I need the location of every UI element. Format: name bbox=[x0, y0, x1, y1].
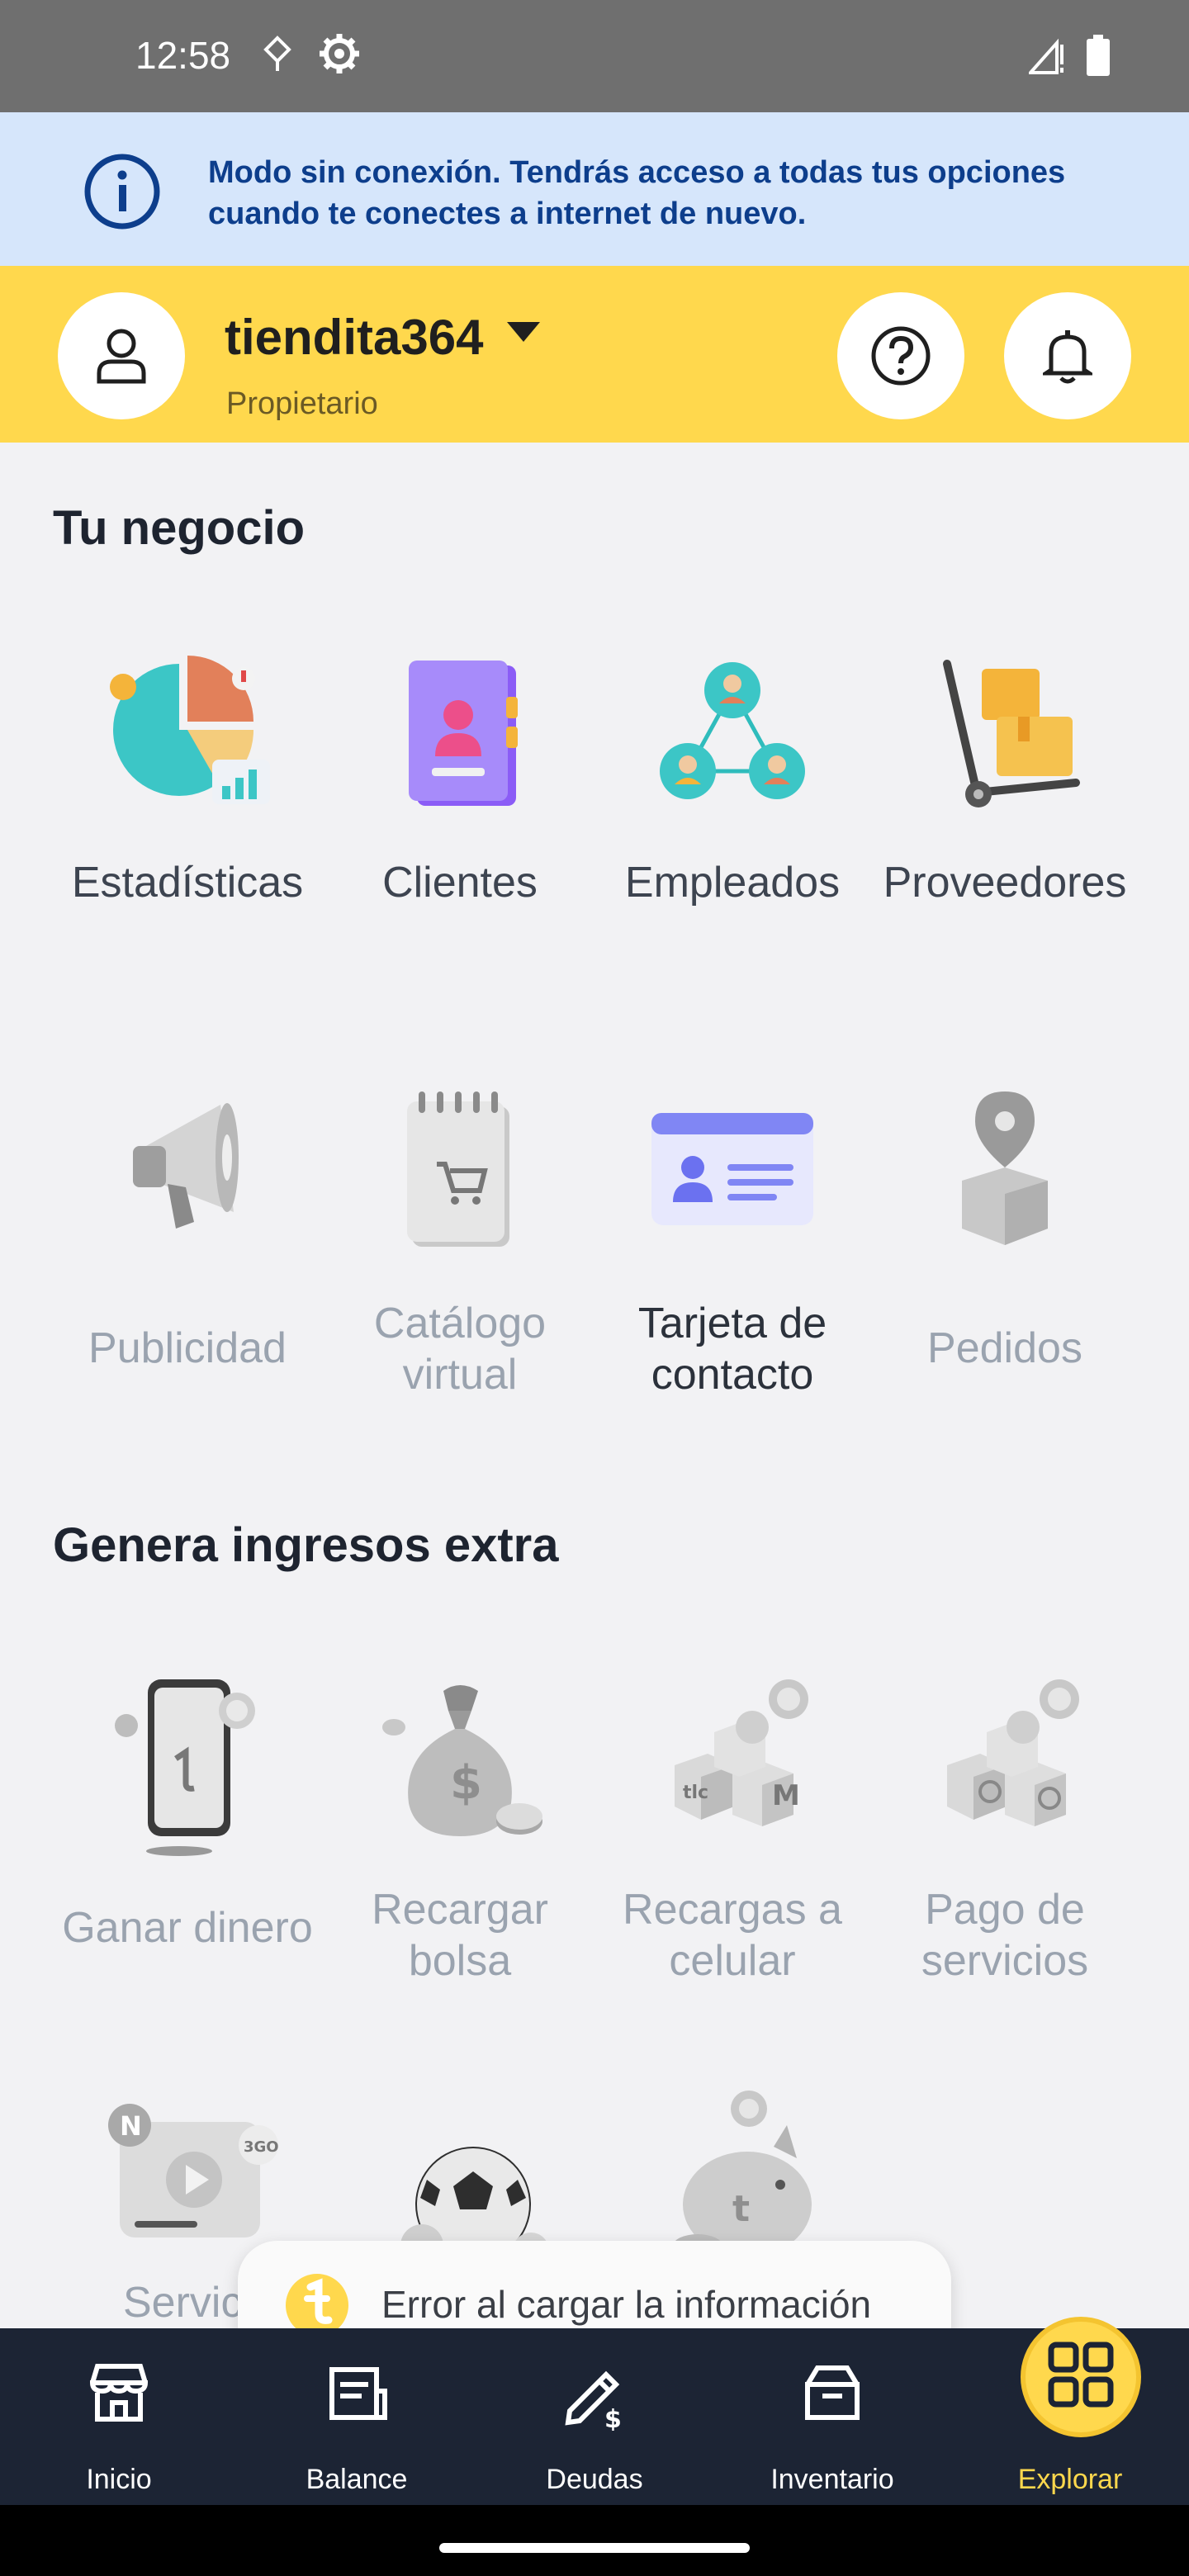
tile-tarjeta[interactable]: Tarjeta de contacto bbox=[596, 1088, 869, 1400]
catalog-notepad-icon bbox=[407, 1091, 509, 1247]
bottom-navigation: Inicio Balance $ Deudas Inventario Explo… bbox=[0, 2317, 1189, 2505]
profile-button[interactable] bbox=[58, 292, 185, 419]
nav-item-inicio[interactable]: Inicio bbox=[0, 2328, 238, 2505]
contacts-book-icon bbox=[409, 661, 518, 806]
nav-item-inventario[interactable]: Inventario bbox=[713, 2328, 951, 2505]
receipt-icon bbox=[329, 2367, 387, 2420]
hand-truck-boxes-icon bbox=[943, 660, 1080, 807]
svg-text:$: $ bbox=[450, 1756, 482, 1810]
svg-text:N: N bbox=[120, 2110, 142, 2142]
help-button[interactable] bbox=[837, 292, 964, 419]
streaming-video-icon: N 3GO bbox=[108, 2104, 279, 2237]
tile-pago-servicios[interactable]: Pago de servicios bbox=[869, 1674, 1141, 1986]
nav-label: Inventario bbox=[770, 2464, 894, 2495]
svg-text:M: M bbox=[772, 1779, 800, 1812]
tile-clientes[interactable]: Clientes bbox=[324, 647, 596, 908]
user-icon bbox=[97, 329, 146, 384]
phone-money-icon bbox=[115, 1679, 255, 1856]
tile-label: Clientes bbox=[382, 859, 538, 907]
statistics-chart-icon bbox=[110, 656, 270, 804]
help-icon bbox=[871, 326, 931, 386]
store-icon bbox=[89, 2364, 149, 2422]
offline-banner: Modo sin conexión. Tendrás acceso a toda… bbox=[0, 112, 1189, 266]
tile-catalogo[interactable]: Catálogo virtual bbox=[324, 1088, 596, 1400]
home-gesture-handle[interactable] bbox=[439, 2543, 750, 2553]
contact-card-icon bbox=[651, 1113, 813, 1225]
tile-label: Estadísticas bbox=[71, 859, 304, 907]
tile-label: Tarjeta de contacto bbox=[637, 1300, 827, 1399]
tile-label: Publicidad bbox=[88, 1324, 287, 1372]
status-time: 12:58 bbox=[135, 34, 231, 77]
debt-pencil-icon: $ bbox=[565, 2370, 622, 2431]
offline-message: Modo sin conexión. Tendrás acceso a toda… bbox=[208, 155, 1066, 231]
tile-label: Ganar dinero bbox=[62, 1904, 313, 1952]
tile-estadisticas[interactable]: Estadísticas bbox=[51, 647, 324, 908]
section-title-business: Tu negocio bbox=[53, 501, 306, 555]
team-network-icon bbox=[660, 662, 805, 799]
chevron-down-icon[interactable] bbox=[505, 320, 542, 343]
status-bar: 12:58 bbox=[0, 0, 1189, 112]
battery-icon bbox=[1087, 35, 1110, 76]
tile-proveedores[interactable]: Proveedores bbox=[869, 647, 1141, 908]
location-box-icon bbox=[962, 1091, 1048, 1245]
nav-item-balance[interactable]: Balance bbox=[238, 2328, 476, 2505]
signal-icon bbox=[1029, 38, 1063, 74]
tile-publicidad[interactable]: Publicidad bbox=[51, 1088, 324, 1374]
store-role: Propietario bbox=[226, 386, 378, 421]
carrier-cubes-icon: tlc M bbox=[675, 1679, 808, 1826]
system-navigation-bar bbox=[0, 2505, 1189, 2576]
toast-message: Error al cargar la información bbox=[381, 2283, 872, 2326]
tile-label: Pedidos bbox=[927, 1324, 1082, 1372]
tile-label: Pago de servicios bbox=[921, 1886, 1089, 1985]
svg-text:t: t bbox=[732, 2188, 750, 2230]
tile-recargar-bolsa[interactable]: $ Recargar bolsa bbox=[324, 1674, 596, 1986]
nav-label: Inicio bbox=[86, 2464, 152, 2495]
service-cubes-icon bbox=[947, 1679, 1079, 1826]
tile-label: Catálogo virtual bbox=[373, 1300, 547, 1399]
money-bag-icon: $ bbox=[382, 1685, 542, 1836]
tile-recargas-celular[interactable]: tlc M Recargas a celular bbox=[596, 1674, 869, 1986]
tile-empleados[interactable]: Empleados bbox=[596, 647, 869, 908]
inventory-box-icon bbox=[805, 2365, 860, 2420]
nav-label: Balance bbox=[306, 2464, 408, 2495]
section-title-income: Genera ingresos extra bbox=[53, 1518, 559, 1572]
store-name[interactable]: tiendita364 bbox=[225, 309, 483, 366]
nav-item-deudas[interactable]: $ Deudas bbox=[476, 2328, 713, 2505]
tile-pedidos[interactable]: Pedidos bbox=[869, 1088, 1141, 1374]
tile-label: Proveedores bbox=[883, 859, 1127, 907]
settings-gear-icon bbox=[320, 34, 359, 73]
tile-label: Recargas a celular bbox=[623, 1886, 842, 1985]
svg-text:3GO: 3GO bbox=[244, 2138, 278, 2156]
tile-ganar-dinero[interactable]: Ganar dinero bbox=[51, 1674, 324, 1953]
bell-icon bbox=[1043, 330, 1092, 384]
nav-label: Deudas bbox=[546, 2464, 643, 2495]
svg-text:$: $ bbox=[604, 2405, 622, 2431]
nav-item-explorar[interactable]: Explorar bbox=[951, 2317, 1189, 2505]
tile-label: Empleados bbox=[624, 859, 841, 907]
tile-label: Recargar bolsa bbox=[372, 1886, 548, 1985]
megaphone-icon bbox=[133, 1103, 239, 1229]
grid-icon bbox=[1048, 2342, 1114, 2408]
info-icon bbox=[84, 154, 160, 230]
header: tiendita364 Propietario bbox=[0, 266, 1189, 443]
svg-text:tlc: tlc bbox=[683, 1783, 708, 1803]
nav-label: Explorar bbox=[1017, 2464, 1123, 2495]
data-saver-icon bbox=[263, 36, 291, 71]
notifications-button[interactable] bbox=[1004, 292, 1131, 419]
